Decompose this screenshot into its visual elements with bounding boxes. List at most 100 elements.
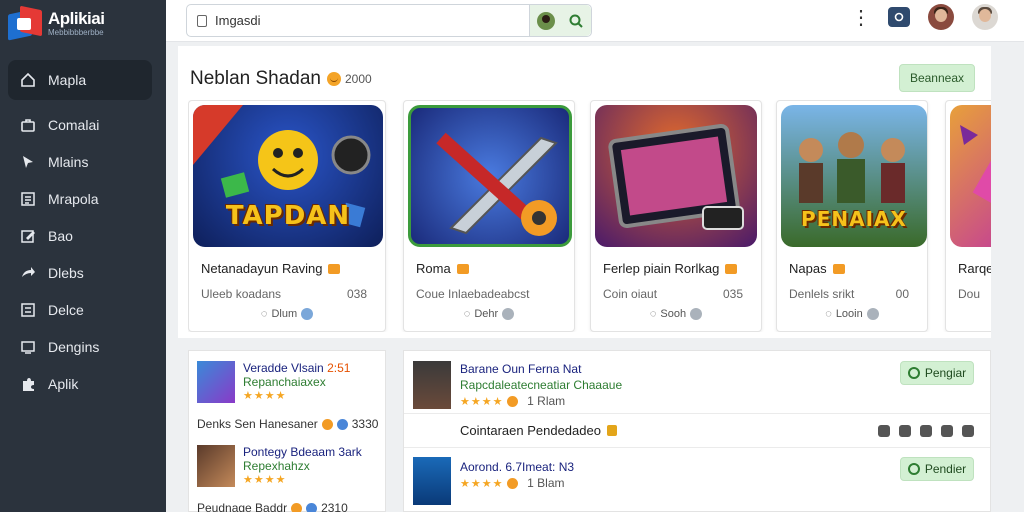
tag-icon: ◌ (260, 308, 268, 320)
section-action-button[interactable]: Beanneax (898, 64, 975, 92)
tag-icon: ◌ (825, 308, 832, 320)
app-meta: Uleeb koadans 038 (201, 287, 367, 301)
app-card[interactable]: TAPDAN Netanadayun Raving Uleeb koadans 0… (188, 100, 386, 332)
app-subtitle: Mebbibbberbbe (48, 27, 104, 37)
verified-icon (502, 308, 515, 320)
screen-icon (20, 339, 36, 355)
search-input[interactable] (215, 13, 515, 28)
sidebar-nav: Mapla Comalai Mlains Mrapola Bao Dlebs D… (0, 60, 166, 402)
list-item-title: Barane Oun Ferna Nat (460, 362, 582, 376)
sidebar-item-mlains[interactable]: Mlains (0, 143, 166, 180)
list-item-subtitle: Repexhahzx (243, 459, 310, 473)
app-foot: ◌ Sooh (591, 308, 761, 320)
app-meta: Dou (958, 287, 981, 301)
sidebar-item-label: Bao (48, 227, 73, 244)
app-card[interactable]: Roma Coue Inlaebadeabcst ◌ Dehr (403, 100, 575, 332)
list-item-title: Pontegy Bdeaam (243, 445, 336, 459)
sidebar-item-comalai[interactable]: Comalai (0, 106, 166, 143)
app-card[interactable]: PENAIAX Napas Denlels srikt 00 ◌ Looin (776, 100, 928, 332)
install-button[interactable]: Pendier (900, 457, 974, 481)
home-icon (20, 72, 36, 88)
search-icon[interactable] (568, 13, 584, 29)
user-avatar[interactable] (928, 4, 954, 30)
app-meta: Denlels srikt 00 (789, 287, 909, 301)
sidebar-item-home[interactable]: Mapla (8, 60, 152, 100)
app-artwork (595, 105, 757, 247)
list-line[interactable]: Denks Sen Hanesaner 3330 (197, 417, 378, 431)
grid-icon (20, 302, 36, 318)
profile-avatar[interactable] (972, 4, 998, 30)
briefcase-icon (20, 117, 36, 133)
coin-icon (506, 478, 518, 490)
logo-icon (8, 5, 42, 41)
list-item-subtitle: Rapcdaleatecneatiar Chaaaue (460, 378, 623, 392)
list-icon (20, 191, 36, 207)
bookmark-icon[interactable] (920, 425, 932, 437)
gift-icon (725, 263, 738, 274)
divider (404, 413, 990, 414)
tag-icon: ◌ (463, 308, 471, 320)
sidebar-item-aplik[interactable]: Aplik (0, 365, 166, 402)
coin-icon (506, 396, 518, 408)
install-button[interactable]: Pengiar (900, 361, 974, 385)
app-artwork: TAPDAN (193, 105, 383, 247)
app-logo[interactable]: Aplikiai Mebbibbberbbe (8, 5, 105, 41)
more-menu-icon[interactable]: ⋮ (846, 5, 876, 30)
camera-icon[interactable] (888, 7, 910, 27)
list-item-meta: 1 Blam (527, 476, 565, 490)
sidebar-item-dengins[interactable]: Dengins (0, 328, 166, 365)
app-card[interactable]: Ferlep piain Rorlkag Coin oiaut 035 ◌ Sooh (590, 100, 762, 332)
app-name: Napas (789, 261, 845, 276)
app-thumbnail (197, 361, 235, 403)
app-card[interactable]: Rarqe Dou (945, 100, 991, 332)
top-apps-list: Veradde Vlsain 2:51 Repanchaiaxex ★★★★ D… (188, 350, 386, 512)
divider (404, 447, 990, 448)
smile-emoji-icon (327, 72, 341, 86)
section-label: Cointaraen Pendedadeo (460, 423, 617, 438)
rating-stars: ★★★★ (243, 474, 287, 486)
app-name: Netanadayun Raving (201, 261, 341, 276)
sidebar-item-mrapola[interactable]: Mrapola (0, 180, 166, 217)
link-icon[interactable] (878, 425, 890, 437)
app-meta: Coin oiaut 035 (603, 287, 743, 301)
sidebar-item-label: Dlebs (48, 264, 84, 281)
verified-icon (301, 308, 314, 320)
app-thumbnail (197, 445, 235, 487)
edit-icon (20, 228, 36, 244)
sidebar-item-bao[interactable]: Bao (0, 217, 166, 254)
user-avatar-small[interactable] (536, 11, 555, 30)
puzzle-icon (20, 376, 36, 392)
developer-avatar (413, 457, 451, 505)
top-actions: ⋮ (846, 4, 998, 30)
lock-icon[interactable] (941, 425, 953, 437)
list-item-title: Aorond. 6.7Imeat: N3 (460, 460, 575, 474)
app-meta: Coue Inlaebadeabcst (416, 287, 530, 301)
sidebar-item-label: Aplik (48, 375, 79, 392)
verified-icon (336, 418, 348, 430)
sidebar-item-delce[interactable]: Delce (0, 291, 166, 328)
tag-icon: ◌ (649, 308, 657, 320)
rating-stars: ★★★★ (460, 478, 504, 490)
app-title: Aplikiai (48, 8, 105, 28)
verified-icon (690, 308, 703, 320)
section-title: Neblan Shadan 2000 (190, 68, 372, 89)
developer-list: Barane Oun Ferna Nat Rapcdaleatecneatiar… (403, 350, 991, 512)
pointer-icon (20, 154, 36, 170)
list-item-subtitle: Repanchaiaxex (243, 375, 326, 389)
app-carousel: TAPDAN Netanadayun Raving Uleeb koadans 0… (188, 100, 991, 332)
gift-icon (456, 263, 469, 274)
list-item-title: Veradde Vlsain (243, 361, 324, 375)
gift-icon (832, 263, 845, 274)
app-artwork (408, 105, 572, 247)
list-item-badge: 2:51 (327, 361, 351, 375)
install-icon (907, 367, 920, 379)
app-artwork-label: PENAIAX (801, 207, 907, 231)
list-line[interactable]: Peudnage Baddr 2310 (197, 501, 348, 512)
tag-icon[interactable] (899, 425, 911, 437)
coin-icon (291, 502, 303, 512)
file-icon[interactable] (962, 425, 974, 437)
app-name: Rarqe (958, 261, 991, 276)
app-foot: ◌ Looin (777, 308, 927, 320)
sidebar-item-dlebs[interactable]: Dlebs (0, 254, 166, 291)
coin-icon (321, 418, 333, 430)
